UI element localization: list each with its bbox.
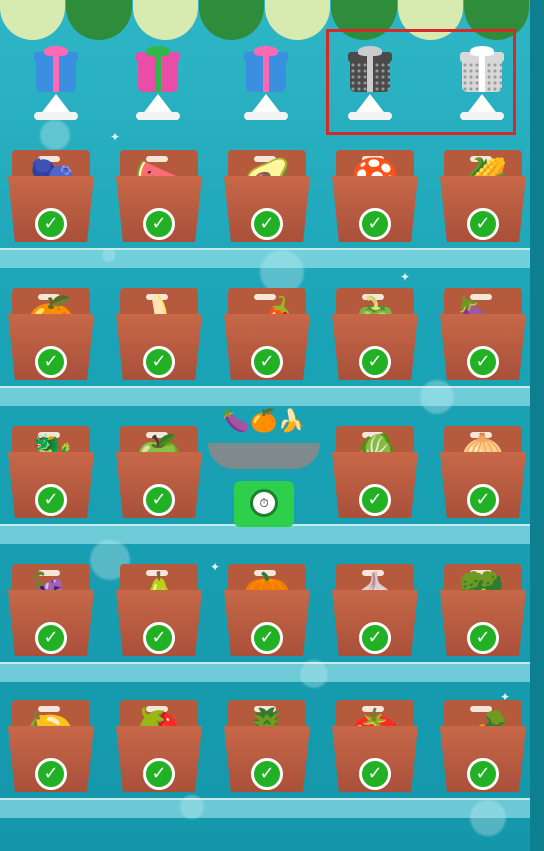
- gift-box-icon[interactable]: [26, 46, 86, 122]
- sparkle-icon: ✦: [400, 270, 411, 284]
- checkmark-icon: ✓: [359, 208, 391, 240]
- crate-pumpkin[interactable]: 🎃✓: [224, 564, 310, 660]
- awning-scallop: [132, 0, 198, 40]
- checkmark-icon: ✓: [35, 346, 67, 378]
- gift-bow: [146, 46, 170, 56]
- checkmark-icon: ✓: [143, 484, 175, 516]
- crate-bell-peppers[interactable]: 🫑✓: [332, 288, 418, 384]
- gift-pedestal-base: [244, 112, 288, 120]
- checkmark-icon: ✓: [359, 484, 391, 516]
- crate-carrot[interactable]: 🥕✓: [440, 700, 526, 796]
- shelf: [0, 386, 530, 406]
- checkmark-icon: ✓: [251, 346, 283, 378]
- scale-dial-icon: ⏱: [250, 489, 278, 517]
- gift-pedestal-base: [136, 112, 180, 120]
- game-scene: ✦ ✦ ✦ ✦ 🫐✓🍉✓🥑✓🍄✓🌽✓🍊✓🍌✓🌶️✓🫑✓🍆✓🐉✓🍏✓🥬✓🧅✓🍇✓🍐…: [0, 0, 530, 851]
- shelf: [0, 798, 530, 818]
- checkmark-icon: ✓: [251, 622, 283, 654]
- crate-watermelon[interactable]: 🍉✓: [116, 150, 202, 246]
- sparkle-icon: ✦: [110, 130, 121, 144]
- crate-turnip[interactable]: 🧅✓: [440, 426, 526, 522]
- awning-scallop: [66, 0, 132, 40]
- sparkle-icon: ✦: [210, 560, 221, 574]
- gift-bow: [254, 46, 278, 56]
- shelf: [0, 524, 530, 544]
- gift-ribbon: [155, 52, 161, 92]
- checkmark-icon: ✓: [467, 758, 499, 790]
- checkmark-icon: ✓: [35, 758, 67, 790]
- crate-green-apples[interactable]: 🍏✓: [116, 426, 202, 522]
- crate-dragon-fruit[interactable]: 🐉✓: [8, 426, 94, 522]
- checkmark-icon: ✓: [35, 622, 67, 654]
- checkmark-icon: ✓: [143, 208, 175, 240]
- checkmark-icon: ✓: [359, 346, 391, 378]
- locked-gifts-highlight: [326, 29, 516, 135]
- crate-leeks[interactable]: 🧄✓: [332, 564, 418, 660]
- awning-scallop: [0, 0, 66, 40]
- gift-bow: [44, 46, 68, 56]
- crate-oranges[interactable]: 🍊✓: [8, 288, 94, 384]
- gift-ribbon: [53, 52, 59, 92]
- crate-eggplant[interactable]: 🍆✓: [440, 288, 526, 384]
- checkmark-icon: ✓: [143, 622, 175, 654]
- crate-pears[interactable]: 🍐✓: [116, 564, 202, 660]
- bokeh-light: [40, 120, 70, 150]
- crate-blackberries[interactable]: 🫐✓: [8, 150, 94, 246]
- gift-box-icon[interactable]: [128, 46, 188, 122]
- crate-grapes[interactable]: 🍇✓: [8, 564, 94, 660]
- gift-pedestal-base: [34, 112, 78, 120]
- checkmark-icon: ✓: [359, 758, 391, 790]
- crate-strawberries[interactable]: 🍓✓: [116, 700, 202, 796]
- crate-corn[interactable]: 🌽✓: [440, 150, 526, 246]
- checkmark-icon: ✓: [251, 208, 283, 240]
- crate-mushroom[interactable]: 🍄✓: [332, 150, 418, 246]
- checkmark-icon: ✓: [143, 758, 175, 790]
- crate-bananas[interactable]: 🍌✓: [116, 288, 202, 384]
- scale-bowl: [208, 443, 320, 469]
- awning-scallop: [198, 0, 264, 40]
- checkmark-icon: ✓: [251, 758, 283, 790]
- right-edge-strip: [530, 0, 544, 851]
- checkmark-icon: ✓: [467, 622, 499, 654]
- crate-tomatoes[interactable]: 🍅✓: [332, 700, 418, 796]
- checkmark-icon: ✓: [35, 484, 67, 516]
- shelf: [0, 248, 530, 268]
- crate-pineapple[interactable]: 🍍✓: [224, 700, 310, 796]
- checkmark-icon: ✓: [467, 346, 499, 378]
- crate-cauliflower[interactable]: 🥦✓: [440, 564, 526, 660]
- checkmark-icon: ✓: [143, 346, 175, 378]
- crate-chili-pepper[interactable]: 🌶️✓: [224, 288, 310, 384]
- checkmark-icon: ✓: [35, 208, 67, 240]
- checkmark-icon: ✓: [467, 484, 499, 516]
- gift-ribbon: [263, 52, 269, 92]
- checkmark-icon: ✓: [359, 622, 391, 654]
- crate-lemons[interactable]: 🍋✓: [8, 700, 94, 796]
- shelf: [0, 662, 530, 682]
- awning-scallop: [265, 0, 331, 40]
- weighing-scale[interactable]: 🍆🍊🍌 ⏱: [208, 405, 320, 527]
- gift-box-icon[interactable]: [236, 46, 296, 122]
- crate-avocado[interactable]: 🥑✓: [224, 150, 310, 246]
- crate-cabbage[interactable]: 🥬✓: [332, 426, 418, 522]
- checkmark-icon: ✓: [467, 208, 499, 240]
